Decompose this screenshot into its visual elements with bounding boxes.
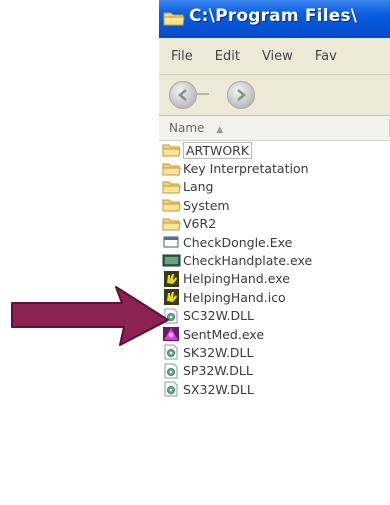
file-name: CheckDongle.Exe [183, 234, 293, 250]
file-list-item[interactable]: SP32W.DLL [159, 362, 390, 380]
back-dropdown-icon[interactable] [197, 93, 209, 95]
toolbar [159, 75, 390, 116]
file-list-item[interactable]: Lang [159, 178, 390, 196]
monitor-app-icon [162, 253, 181, 269]
file-list-item[interactable]: HelpingHand.ico [159, 288, 390, 306]
menu-bar: File Edit View Fav [159, 38, 390, 75]
window-app-icon [162, 234, 181, 250]
file-name: SP32W.DLL [183, 363, 253, 379]
file-list-item[interactable]: Key Interpretatation [159, 159, 390, 177]
folder-icon [162, 216, 181, 232]
file-list-item[interactable]: CheckHandplate.exe [159, 251, 390, 269]
folder-icon [162, 197, 181, 213]
back-button[interactable] [169, 81, 197, 109]
file-list-item[interactable]: SK32W.DLL [159, 343, 390, 361]
file-name: SentMed.exe [183, 326, 265, 342]
file-name: SX32W.DLL [183, 381, 254, 397]
file-list-item[interactable]: SentMed.exe [159, 325, 390, 343]
file-name: V6R2 [183, 216, 217, 232]
file-name: Key Interpretatation [183, 161, 309, 177]
back-arrow-icon [178, 89, 187, 101]
window-title: C:\Program Files\ [189, 6, 358, 26]
folder-icon [162, 161, 181, 177]
file-name: CheckHandplate.exe [183, 253, 313, 269]
file-list-item[interactable]: HelpingHand.exe [159, 270, 390, 288]
file-list-item[interactable]: ARTWORK [159, 141, 390, 159]
file-name: SC32W.DLL [183, 308, 255, 324]
title-bar[interactable]: C:\Program Files\ [159, 0, 390, 38]
file-list-item[interactable]: CheckDongle.Exe [159, 233, 390, 251]
file-name: System [183, 197, 230, 213]
file-list-item[interactable]: SX32W.DLL [159, 380, 390, 398]
dll-icon [162, 381, 181, 397]
folder-icon [162, 179, 181, 195]
dll-icon [162, 363, 181, 379]
folder-icon [163, 12, 185, 26]
forward-button[interactable] [227, 81, 255, 109]
file-name: HelpingHand.ico [183, 289, 286, 305]
file-name: SK32W.DLL [183, 344, 254, 360]
file-list-item[interactable]: V6R2 [159, 215, 390, 233]
menu-view[interactable]: View [262, 49, 293, 64]
file-list-item[interactable]: System [159, 196, 390, 214]
folder-icon [162, 142, 181, 158]
file-name: Lang [183, 179, 214, 195]
name-column-label: Name [169, 121, 205, 135]
explorer-window: C:\Program Files\ File Edit View Fav Nam… [159, 0, 390, 505]
file-list-item[interactable]: SC32W.DLL [159, 307, 390, 325]
menu-edit[interactable]: Edit [215, 49, 240, 64]
forward-arrow-icon [237, 89, 246, 101]
name-column-header[interactable]: Name ▲ [159, 116, 390, 141]
pointer-arrow-icon [11, 286, 169, 346]
file-list: ARTWORK Key Interpretatation Lang System V6R… [159, 141, 390, 398]
file-name: ARTWORK [183, 141, 253, 159]
sort-arrow-icon: ▲ [216, 125, 224, 135]
file-name: HelpingHand.exe [183, 271, 290, 287]
menu-favorites[interactable]: Fav [315, 49, 337, 64]
menu-file[interactable]: File [171, 49, 193, 64]
